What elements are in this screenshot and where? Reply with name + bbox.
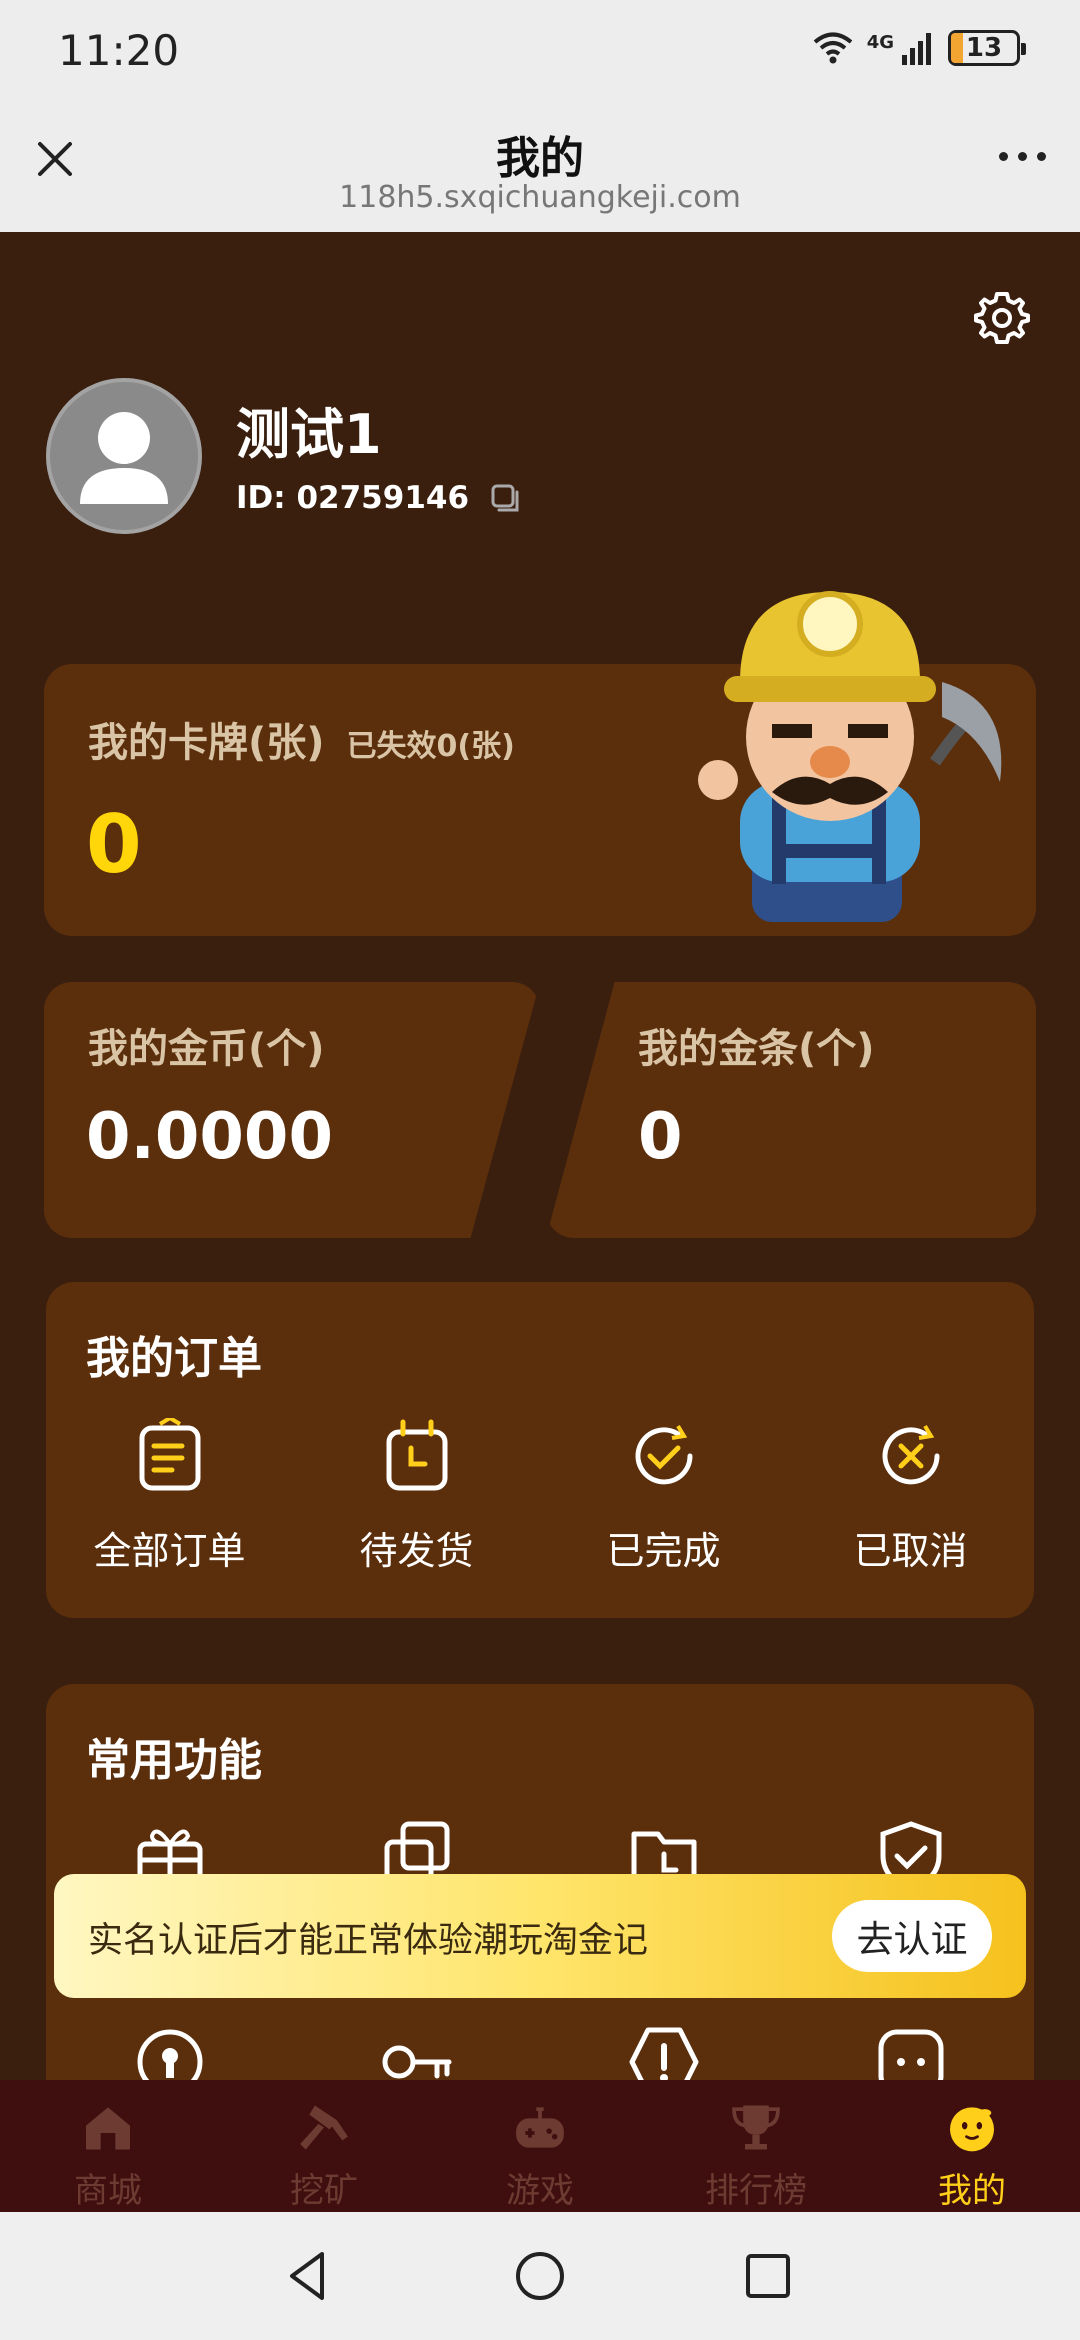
my-orders-title: 我的订单 <box>86 1333 262 1384</box>
order-cancelled-button[interactable]: 已取消 <box>787 1418 1034 1575</box>
my-cards-label: 我的卡牌(张) 已失效0(张) <box>88 710 515 768</box>
my-cards-title: 我的卡牌(张) <box>88 720 325 766</box>
signal-icon <box>902 33 931 65</box>
back-icon[interactable] <box>278 2246 338 2306</box>
battery-icon: 13 <box>948 30 1026 66</box>
more-dot <box>1017 151 1027 161</box>
user-id-text: ID: 02759146 <box>236 480 469 516</box>
tab-leaderboard[interactable]: 排行榜 <box>648 2080 864 2212</box>
tab-mine-label: 我的 <box>938 2171 1006 2211</box>
completed-icon <box>635 1424 692 1485</box>
tab-games-label: 游戏 <box>506 2171 574 2211</box>
page-title: 我的 <box>496 133 584 184</box>
verify-now-button[interactable]: 去认证 <box>832 1900 992 1972</box>
gold-bars-value: 0 <box>638 1100 683 1174</box>
order-cancelled-label: 已取消 <box>853 1529 968 1573</box>
more-options-button[interactable] <box>992 144 1052 168</box>
battery-level: 13 <box>965 33 1003 63</box>
function-service-button[interactable] <box>787 2024 1034 2080</box>
common-functions-title: 常用功能 <box>86 1735 262 1786</box>
status-icons: 4G 13 <box>813 30 1026 66</box>
order-all-button[interactable]: 全部订单 <box>46 1418 293 1575</box>
tab-mining[interactable]: 挖矿 <box>216 2080 432 2212</box>
cancelled-icon <box>882 1424 939 1485</box>
bottom-tab-bar: 商城 挖矿 游戏 排行榜 我的 <box>0 2080 1080 2212</box>
tab-games[interactable]: 游戏 <box>432 2080 648 2212</box>
order-status-row: 全部订单 待发货 已完成 已取消 <box>46 1418 1034 1575</box>
profile-page: 测试1 ID: 02759146 我的卡牌(张) 已失效0(张) 0 我的金币(… <box>0 232 1080 2080</box>
tab-shop-label: 商城 <box>74 2171 142 2211</box>
hammer-icon <box>300 2105 348 2150</box>
more-dot <box>998 151 1008 161</box>
function-lock-button[interactable] <box>46 2024 293 2080</box>
real-name-verify-banner: 实名认证后才能正常体验潮玩淘金记 去认证 <box>54 1874 1026 1998</box>
my-gold-coins-panel[interactable]: 我的金币(个) 0.0000 <box>44 982 540 1238</box>
lock-icon <box>137 2029 202 2080</box>
copy-icon[interactable] <box>489 482 521 514</box>
gold-coins-value: 0.0000 <box>86 1100 333 1174</box>
network-type-label: 4G <box>866 31 894 53</box>
shop-icon <box>86 2107 130 2150</box>
pending-shipment-icon <box>386 1419 447 1491</box>
chat-icon <box>878 2029 943 2080</box>
trophy-icon <box>732 2105 780 2150</box>
warning-icon <box>629 2027 698 2080</box>
user-id-value: 02759146 <box>296 480 470 516</box>
more-dot <box>1036 151 1046 161</box>
home-icon[interactable] <box>510 2246 570 2306</box>
gold-coins-label: 我的金币(个) <box>88 1026 325 1072</box>
key-icon <box>382 2045 451 2079</box>
function-report-button[interactable] <box>540 2024 787 2080</box>
status-bar: 11:20 4G 13 <box>0 0 1080 104</box>
my-orders-section: 我的订单 全部订单 待发货 已完成 已取消 <box>46 1282 1034 1618</box>
order-pending-shipment-button[interactable]: 待发货 <box>293 1418 540 1575</box>
wifi-icon <box>813 32 852 64</box>
common-functions-row-2 <box>46 2024 1034 2080</box>
page-url: 118h5.sxqichuangkeji.com <box>339 180 741 215</box>
status-time: 11:20 <box>58 26 180 75</box>
function-key-button[interactable] <box>293 2024 540 2080</box>
order-completed-label: 已完成 <box>606 1529 721 1573</box>
order-pending-shipment-label: 待发货 <box>359 1529 474 1573</box>
miner-mascot-illustration <box>698 591 1002 922</box>
verify-banner-text: 实名认证后才能正常体验潮玩淘金记 <box>88 1921 649 1961</box>
user-id-label: ID: <box>236 480 286 516</box>
tab-leaderboard-label: 排行榜 <box>705 2171 807 2211</box>
username: 测试1 <box>236 403 382 466</box>
gamepad-icon <box>516 2107 564 2148</box>
webview-title-bar: 我的 118h5.sxqichuangkeji.com <box>0 104 1080 232</box>
my-cards-value: 0 <box>86 798 142 891</box>
avatar[interactable] <box>46 378 202 534</box>
system-navigation-bar <box>0 2212 1080 2340</box>
order-completed-button[interactable]: 已完成 <box>540 1418 787 1575</box>
tab-mine[interactable]: 我的 <box>864 2080 1080 2212</box>
gear-icon[interactable] <box>972 288 1032 348</box>
tab-mining-label: 挖矿 <box>290 2171 358 2211</box>
recent-apps-icon[interactable] <box>738 2246 798 2306</box>
order-list-icon <box>139 1418 200 1491</box>
gold-bars-label: 我的金条(个) <box>638 1026 875 1072</box>
my-gold-bars-panel[interactable]: 我的金条(个) 0 <box>546 982 1036 1238</box>
default-user-icon <box>80 412 168 504</box>
expired-cards-count: 已失效0(张) <box>346 729 515 764</box>
tab-shop[interactable]: 商城 <box>0 2080 216 2212</box>
user-id: ID: 02759146 <box>236 480 521 516</box>
smile-face-icon <box>950 2107 994 2152</box>
order-all-label: 全部订单 <box>93 1529 246 1573</box>
